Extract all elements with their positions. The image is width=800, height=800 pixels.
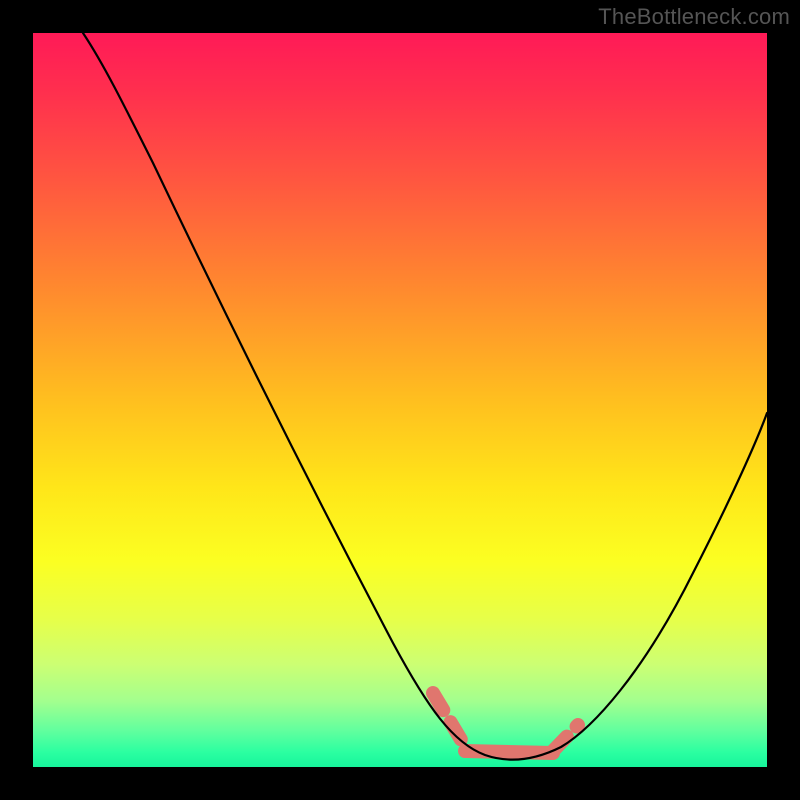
bottleneck-curve <box>83 33 767 760</box>
chart-frame: TheBottleneck.com <box>0 0 800 800</box>
valley-descending-dash <box>433 693 463 743</box>
plot-area <box>33 33 767 767</box>
watermark-text: TheBottleneck.com <box>598 4 790 30</box>
bottleneck-curve-svg <box>33 33 767 767</box>
